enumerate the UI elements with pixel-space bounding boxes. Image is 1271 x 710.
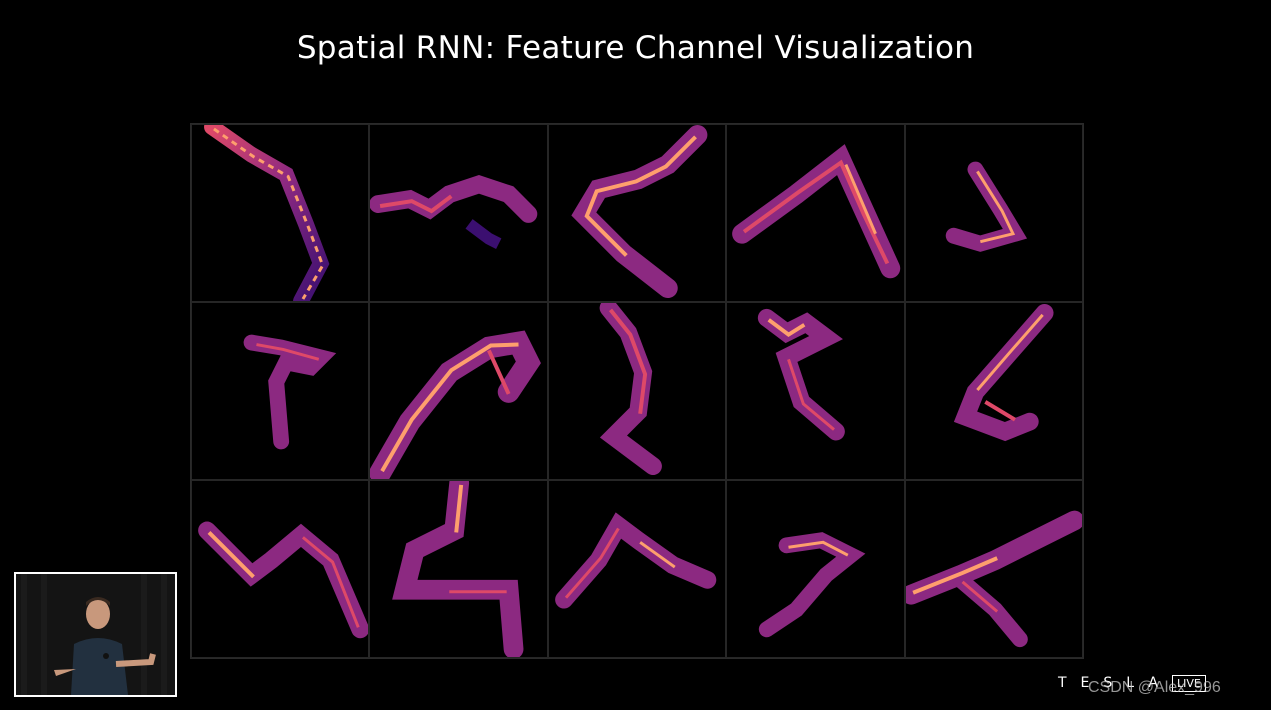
presenter-video: [14, 572, 177, 697]
feature-map-7: [369, 302, 548, 480]
feature-map-11: [191, 480, 370, 658]
slide-title: Spatial RNN: Feature Channel Visualizati…: [296, 30, 975, 66]
feature-map-15: [904, 480, 1083, 658]
watermark-text: CSDN @Alex_996: [1088, 679, 1221, 696]
feature-map-4: [726, 124, 905, 302]
feature-map-12: [369, 480, 548, 658]
feature-map-8: [547, 302, 727, 480]
feature-channel-grid: [190, 123, 1084, 659]
feature-map-13: [547, 480, 727, 658]
feature-map-3: [547, 124, 727, 302]
feature-map-6: [191, 302, 370, 480]
feature-map-5: [904, 124, 1083, 302]
feature-map-2: [369, 124, 548, 302]
feature-map-9: [726, 302, 905, 480]
feature-map-10: [904, 302, 1083, 480]
presenter-video-icon: [16, 574, 175, 695]
feature-map-1: [191, 124, 370, 302]
feature-map-14: [726, 480, 905, 658]
